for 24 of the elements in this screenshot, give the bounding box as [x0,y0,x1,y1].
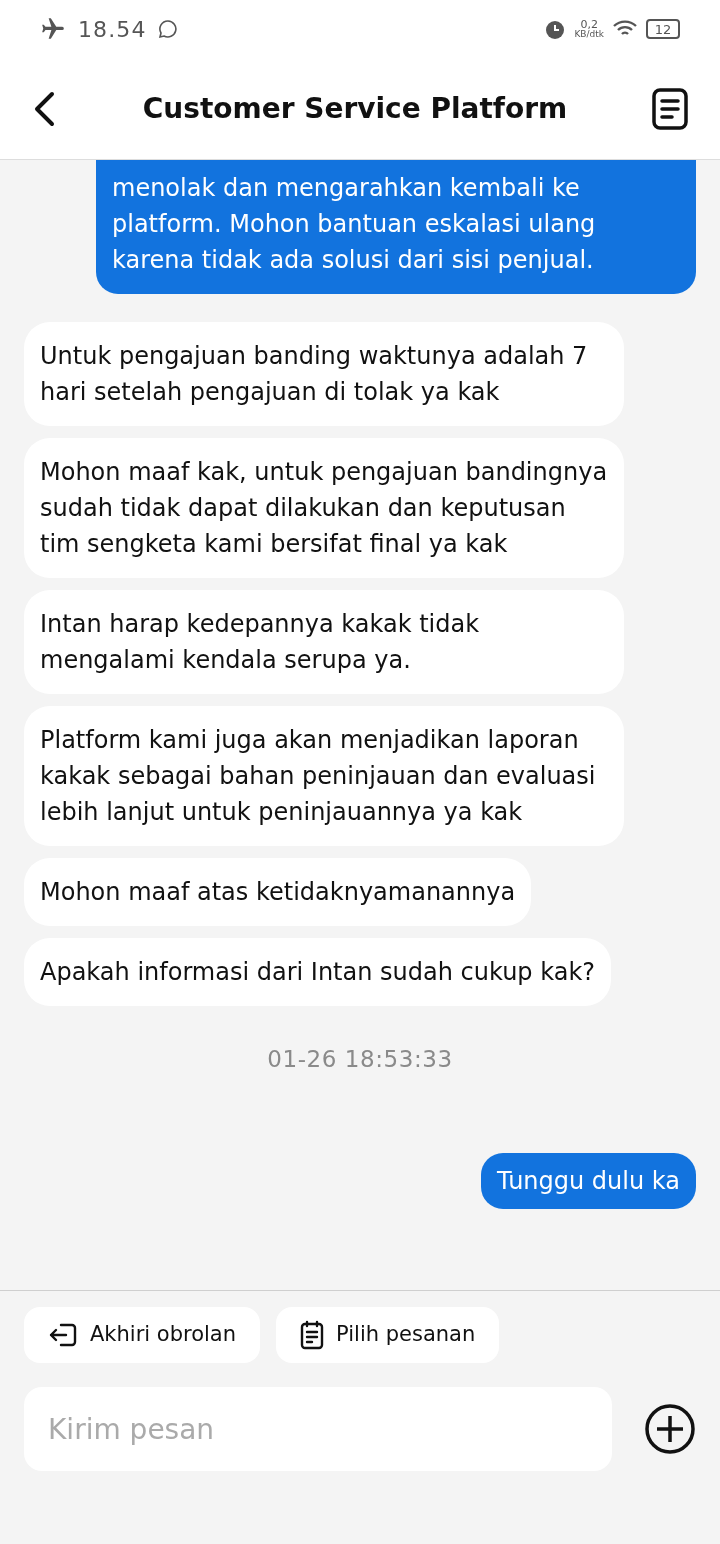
clock-time: 18.54 [78,15,147,44]
airplane-icon [40,16,66,42]
quick-action-button[interactable]: Akhiri obrolan [24,1307,261,1363]
received-message-bubble: Mohon maaf kak, untuk pengajuan bandingnya sudah tidak dapat dilakukan dan keputusan tim sengketa kami bersifat final ya kak [24,438,624,578]
received-message-bubble: Mohon maaf atas ketidaknyamanannya [24,858,532,926]
network-speed: 0,2 [580,19,598,30]
network-unit: KB/dtk [574,30,604,39]
exit-icon [48,1321,78,1349]
sent-message-bubble: menolak dan mengarahkan kembali ke platform. Mohon bantuan eskalasi ulang karena tidak ada solusi dari sisi penjual. [96,160,696,294]
add-icon[interactable] [644,1403,696,1455]
received-message-bubble: Apakah informasi dari Intan sudah cukup kak? [24,938,612,1006]
received-message-bubble: Untuk pengajuan banding waktunya adalah 7 hari setelah pengajuan di tolak ya kak [24,322,624,426]
alarm-icon [544,18,567,40]
battery-indicator: 12 [646,19,680,39]
page-title: Customer Service Platform [142,90,568,127]
chat-app-icon [158,19,179,39]
message-input[interactable]: Kirim pesan [24,1387,612,1471]
timestamp: 01-26 18:53:33 [267,1045,453,1074]
received-message-bubble: Platform kami juga akan menjadikan laporan kakak sebagai bahan peninjauan dan evaluasi lebih lanjut untuk peninjauannya ya kak [24,706,624,846]
clipboard-icon [300,1320,325,1350]
received-message-bubble: Intan harap kedepannya kakak tidak mengalami kendala serupa ya. [24,590,624,694]
quick-action-button[interactable]: Pilih pesanan [276,1307,500,1363]
document-icon[interactable] [652,87,688,130]
sent-message-bubble: Tunggu dulu ka [481,1152,696,1209]
